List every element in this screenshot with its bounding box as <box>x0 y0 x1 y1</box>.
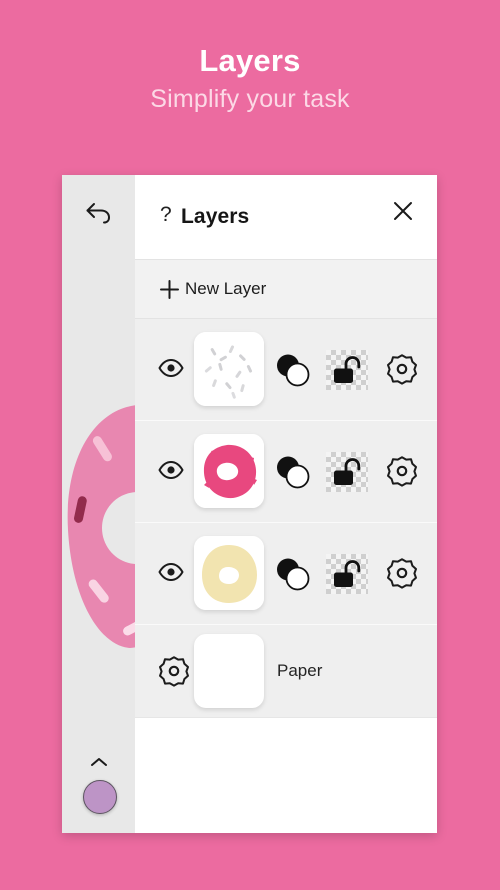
color-swatch[interactable] <box>83 780 117 814</box>
eye-icon[interactable] <box>158 359 184 377</box>
table-row[interactable] <box>135 318 437 420</box>
close-icon[interactable] <box>391 199 415 223</box>
paper-thumbnail[interactable] <box>194 634 264 708</box>
unlocked-padlock-icon[interactable] <box>326 554 368 594</box>
layer-thumbnail[interactable] <box>194 434 264 508</box>
blend-mode-icon[interactable] <box>274 454 312 490</box>
panel-header: ? Layers <box>135 175 437 259</box>
promo-header: Layers Simplify your task <box>0 0 500 175</box>
chevron-up-icon[interactable] <box>89 755 109 769</box>
paper-label: Paper <box>277 661 322 681</box>
gear-icon[interactable] <box>385 556 419 590</box>
gear-icon[interactable] <box>385 352 419 386</box>
paper-row[interactable]: Paper <box>135 624 437 717</box>
promo-subtitle: Simplify your task <box>0 85 500 114</box>
undo-arrow-icon[interactable] <box>84 197 114 227</box>
unlocked-padlock-icon[interactable] <box>326 452 368 492</box>
promo-title: Layers <box>0 43 500 79</box>
plus-icon <box>159 279 180 300</box>
gear-icon[interactable] <box>157 654 191 688</box>
blend-mode-icon[interactable] <box>274 352 312 388</box>
panel-empty-area <box>135 717 437 833</box>
panel-title: Layers <box>181 205 249 229</box>
new-layer-button[interactable]: New Layer <box>135 259 437 318</box>
help-icon[interactable]: ? <box>160 204 172 225</box>
layers-panel: ? Layers New Layer <box>135 175 437 833</box>
app-window: ? Layers New Layer <box>62 175 437 833</box>
gear-icon[interactable] <box>385 454 419 488</box>
unlocked-padlock-icon[interactable] <box>326 350 368 390</box>
layer-thumbnail[interactable] <box>194 332 264 406</box>
table-row[interactable] <box>135 420 437 522</box>
table-row[interactable] <box>135 522 437 624</box>
canvas-area[interactable] <box>62 175 135 833</box>
canvas-artwork <box>62 400 135 650</box>
eye-icon[interactable] <box>158 563 184 581</box>
blend-mode-icon[interactable] <box>274 556 312 592</box>
eye-icon[interactable] <box>158 461 184 479</box>
layer-thumbnail[interactable] <box>194 536 264 610</box>
layer-list <box>135 318 437 624</box>
new-layer-label: New Layer <box>185 279 266 299</box>
